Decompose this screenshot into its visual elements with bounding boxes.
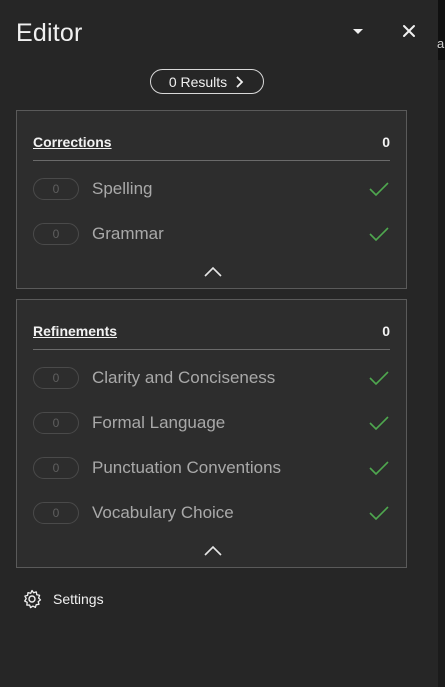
settings-label: Settings: [53, 591, 104, 607]
item-label: Spelling: [92, 179, 153, 198]
item-label: Vocabulary Choice: [92, 503, 234, 522]
checkmark-icon: [369, 371, 389, 386]
refinements-heading: Refinements: [33, 323, 118, 339]
corrections-header[interactable]: Corrections 0: [33, 131, 390, 153]
item-count-badge: 0: [33, 178, 79, 200]
item-label: Clarity and Conciseness: [92, 368, 276, 387]
chevron-up-icon: [204, 545, 222, 556]
item-count-badge: 0: [33, 457, 79, 479]
corrections-heading: Corrections: [33, 134, 112, 150]
refinements-card: Refinements 0 0 Clarity and Conciseness …: [16, 299, 407, 568]
item-label: Grammar: [92, 224, 164, 243]
item-count-badge: 0: [33, 412, 79, 434]
corrections-card: Corrections 0 0 Spelling 0 Grammar: [16, 110, 407, 289]
divider: [33, 349, 390, 350]
checkmark-icon: [369, 416, 389, 431]
document-edge-text: a: [437, 36, 445, 51]
close-icon: [403, 25, 415, 37]
close-button[interactable]: [400, 22, 418, 40]
refinement-item-punctuation[interactable]: 0 Punctuation Conventions: [33, 456, 390, 480]
correction-item-spelling[interactable]: 0 Spelling: [33, 177, 390, 201]
item-count-badge: 0: [33, 502, 79, 524]
gear-icon: [24, 589, 42, 609]
pane-title: Editor: [16, 19, 83, 47]
checkmark-icon: [369, 182, 389, 197]
collapse-refinements-button[interactable]: [203, 544, 223, 556]
corrections-count: 0: [382, 134, 390, 150]
item-count-badge: 0: [33, 223, 79, 245]
item-count-badge: 0: [33, 367, 79, 389]
chevron-right-icon: [236, 75, 244, 88]
item-label: Punctuation Conventions: [92, 458, 282, 477]
refinements-count: 0: [382, 323, 390, 339]
item-label: Formal Language: [92, 413, 226, 432]
chevron-up-icon: [204, 266, 222, 277]
refinement-item-formal[interactable]: 0 Formal Language: [33, 411, 390, 435]
refinement-item-clarity[interactable]: 0 Clarity and Conciseness: [33, 366, 390, 390]
checkmark-icon: [369, 227, 389, 242]
settings-link[interactable]: Settings: [22, 588, 104, 610]
editor-pane: Editor 0 Results Corrections 0 0 Spellin…: [0, 0, 438, 687]
document-edge-top: [438, 0, 445, 60]
checkmark-icon: [369, 506, 389, 521]
divider: [33, 160, 390, 161]
collapse-corrections-button[interactable]: [203, 265, 223, 277]
checkmark-icon: [369, 461, 389, 476]
document-edge: a: [437, 0, 445, 687]
correction-item-grammar[interactable]: 0 Grammar: [33, 222, 390, 246]
results-button[interactable]: 0 Results: [150, 69, 264, 94]
refinements-header[interactable]: Refinements 0: [33, 320, 390, 342]
chevron-down-icon: [353, 29, 363, 34]
results-label: 0 Results: [168, 73, 228, 90]
pane-options-button[interactable]: [350, 24, 366, 40]
refinement-item-vocabulary[interactable]: 0 Vocabulary Choice: [33, 501, 390, 525]
